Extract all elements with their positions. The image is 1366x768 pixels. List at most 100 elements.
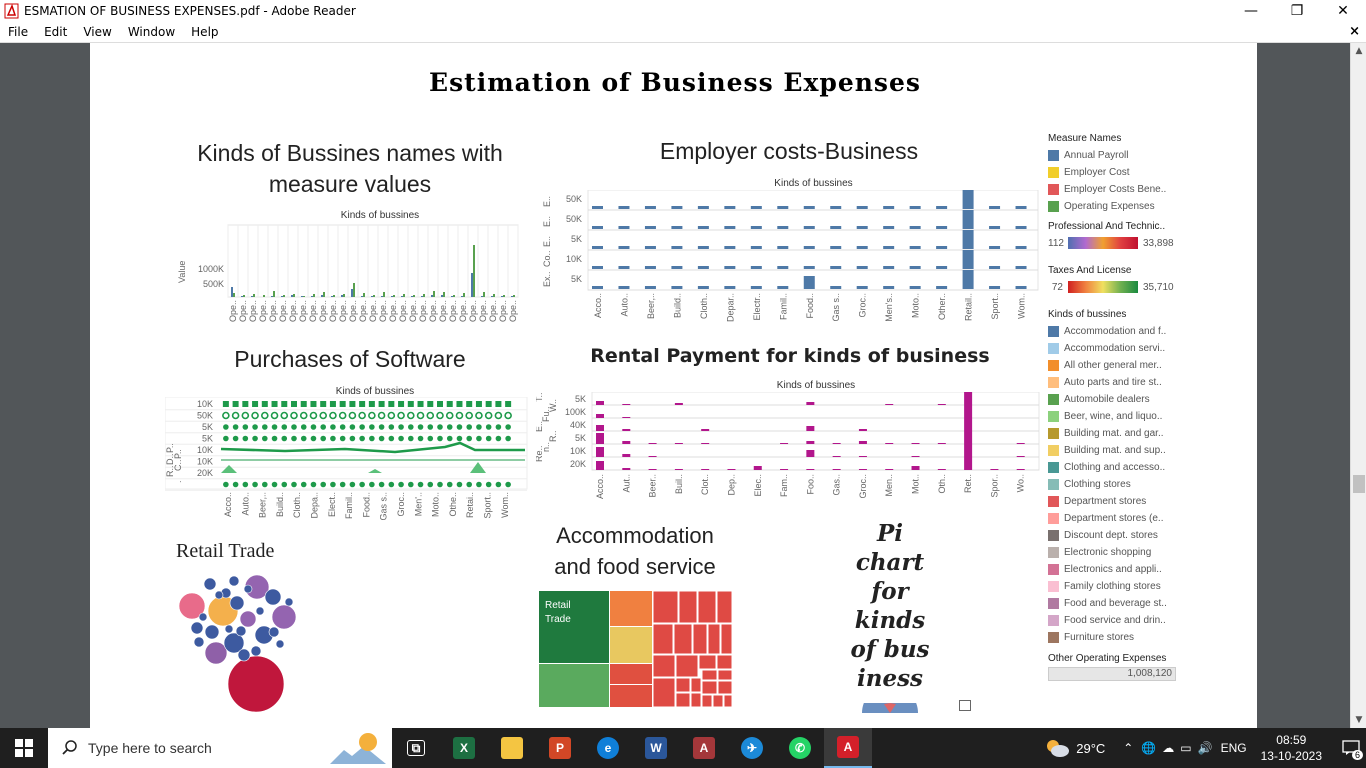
legend-kind-item[interactable]: Building mat. and sup..: [1048, 442, 1188, 459]
taskbar-search-box[interactable]: Type here to search: [48, 728, 392, 768]
mark-dot: [252, 424, 258, 430]
x-tick-label: Ope..: [318, 300, 328, 322]
bar-employer-cost: [644, 246, 656, 249]
task-view-icon[interactable]: ⧉: [392, 728, 440, 768]
legend-kind-item[interactable]: Department stores: [1048, 493, 1188, 510]
x-tick-label: Cloth..: [292, 492, 302, 518]
whatsapp-icon[interactable]: ✆: [776, 728, 824, 768]
legend-kind-item[interactable]: Accommodation servi..: [1048, 340, 1188, 357]
sheet1-title-line1: Kinds of Bussines names with: [197, 140, 503, 166]
mark-square: [300, 401, 307, 407]
legend-kind-item[interactable]: Discount dept. stores: [1048, 527, 1188, 544]
show-hidden-icons-icon[interactable]: ⌃: [1123, 741, 1133, 755]
legend-kind-item[interactable]: Automobile dealers: [1048, 391, 1188, 408]
legend-kind-item[interactable]: Accommodation and f..: [1048, 323, 1188, 340]
sheet6-title: Accommodation and food service: [535, 520, 735, 582]
close-icon[interactable]: ✕: [1320, 0, 1366, 22]
scroll-thumb[interactable]: [1353, 475, 1365, 493]
close-document-icon[interactable]: ×: [1349, 24, 1360, 39]
mark-ring: [280, 411, 289, 420]
mark-dot: [505, 435, 511, 442]
legend-kind-item[interactable]: Clothing and accesso..: [1048, 459, 1188, 476]
weather-temperature[interactable]: 29°C: [1076, 741, 1105, 756]
legend-oop-value[interactable]: 1,008,120: [1048, 667, 1176, 681]
onedrive-icon[interactable]: ☁: [1162, 741, 1174, 755]
menu-file[interactable]: File: [0, 25, 36, 39]
restore-icon[interactable]: ❐: [1274, 0, 1320, 22]
legend-kind-item[interactable]: Electronic shopping: [1048, 544, 1188, 561]
x-tick-label: Foo..: [805, 474, 815, 495]
mark-dot: [330, 435, 336, 442]
notifications-button[interactable]: 6: [1336, 728, 1366, 768]
scroll-down-icon[interactable]: ▼: [1351, 712, 1366, 728]
legend-measure-item[interactable]: Employer Cost: [1048, 164, 1188, 181]
legend-kind-item[interactable]: Auto parts and tire st..: [1048, 374, 1188, 391]
mark-ring: [484, 411, 493, 420]
minimize-icon[interactable]: —: [1228, 0, 1274, 22]
bar-rental-payment: [806, 426, 815, 431]
bar-employer-cost: [592, 266, 603, 269]
legend-kind-item[interactable]: Electronics and appli..: [1048, 561, 1188, 578]
legend-kind-item[interactable]: Building mat. and gar..: [1048, 425, 1188, 442]
menu-help[interactable]: Help: [183, 25, 226, 39]
edge-icon[interactable]: e: [584, 728, 632, 768]
legend-kind-item[interactable]: Beer, wine, and liquo..: [1048, 408, 1188, 425]
treemap-tile: [539, 664, 609, 707]
x-tick-label: Ope..: [278, 300, 288, 322]
access-icon[interactable]: A: [680, 728, 728, 768]
menu-window[interactable]: Window: [120, 25, 183, 39]
legend-kind-item[interactable]: Furniture stores: [1048, 629, 1188, 646]
legend-measure-item[interactable]: Annual Payroll: [1048, 147, 1188, 164]
bar-employer-cost: [618, 206, 630, 209]
mark-square: [437, 401, 443, 407]
battery-icon[interactable]: ▭: [1180, 741, 1191, 755]
powerpoint-icon[interactable]: P: [536, 728, 584, 768]
mark-ring: [222, 411, 230, 420]
menu-view[interactable]: View: [75, 25, 119, 39]
clock[interactable]: 08:59 13-10-2023: [1261, 732, 1322, 764]
legend-tax-title: Taxes And License: [1048, 265, 1132, 276]
legend-kinds-title: Kinds of bussines: [1048, 309, 1127, 320]
mark-dot: [476, 424, 482, 430]
excel-icon[interactable]: X: [440, 728, 488, 768]
legend-kind-label: Building mat. and gar..: [1064, 428, 1164, 439]
adobe-reader-icon[interactable]: A: [824, 728, 872, 768]
legend-measure-names-title: Measure Names: [1048, 133, 1122, 144]
weather-icon[interactable]: [1044, 738, 1070, 758]
legend-kind-item[interactable]: Department stores (e..: [1048, 510, 1188, 527]
bubble: [204, 641, 228, 665]
mark-dot: [378, 481, 385, 488]
mark-dot: [437, 481, 443, 488]
bar-employer-cost: [856, 266, 868, 269]
legend-kind-item[interactable]: Food service and drin..: [1048, 612, 1188, 629]
x-tick-label: Famil..: [344, 492, 354, 519]
volume-icon[interactable]: 🔊: [1198, 741, 1213, 755]
legend-measure-item[interactable]: Operating Expenses: [1048, 198, 1188, 215]
vertical-scrollbar[interactable]: ▲ ▼: [1350, 43, 1366, 728]
flight-app-icon[interactable]: ✈: [728, 728, 776, 768]
bar-operating-expenses: [443, 292, 445, 297]
network-icon[interactable]: 🌐: [1141, 741, 1156, 755]
language-indicator[interactable]: ENG: [1221, 741, 1247, 755]
mark-dot: [495, 424, 502, 430]
start-button[interactable]: [0, 728, 48, 768]
mark-square: [485, 401, 492, 407]
mark-square: [242, 401, 249, 407]
legend-swatch: [1048, 479, 1059, 490]
row-tick: 5K: [571, 234, 582, 244]
word-icon[interactable]: W: [632, 728, 680, 768]
menu-edit[interactable]: Edit: [36, 25, 75, 39]
bar-operating-expenses: [373, 295, 375, 297]
mark-square: [427, 401, 434, 407]
pdf-comment-icon[interactable]: [959, 700, 971, 711]
file-explorer-icon[interactable]: [488, 728, 536, 768]
legend-kind-item[interactable]: Family clothing stores: [1048, 578, 1188, 595]
bar-employer-cost: [750, 266, 762, 269]
bar-annual-payroll: [491, 296, 493, 297]
document-viewport[interactable]: Estimation of Business Expenses Kinds of…: [0, 43, 1350, 728]
legend-measure-item[interactable]: Employer Costs Bene..: [1048, 181, 1188, 198]
scroll-up-icon[interactable]: ▲: [1351, 43, 1366, 59]
legend-kind-item[interactable]: Food and beverage st..: [1048, 595, 1188, 612]
legend-kind-item[interactable]: All other general mer..: [1048, 357, 1188, 374]
legend-kind-item[interactable]: Clothing stores: [1048, 476, 1188, 493]
